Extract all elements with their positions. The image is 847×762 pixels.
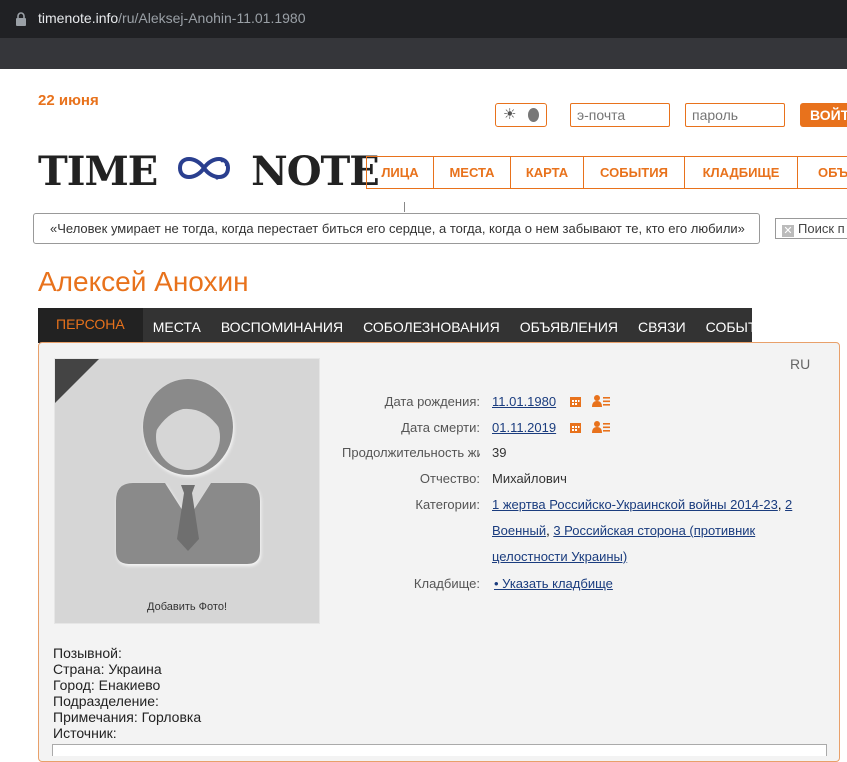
nav-cemetery[interactable]: КЛАДБИЩЕ <box>685 157 798 188</box>
page-title: Алексей Анохин <box>38 266 249 297</box>
duration-label-row: Продолжительность жи <box>320 445 480 461</box>
password-field[interactable] <box>685 103 785 127</box>
close-icon[interactable]: ✕ <box>782 225 794 237</box>
quote-pointer <box>404 202 405 212</box>
tab-places[interactable]: МЕСТА <box>143 308 211 343</box>
person-details: Позывной: Страна: Украина Город: Енакиев… <box>53 645 201 741</box>
category-link[interactable]: 3 Российская сторона (противник <box>553 523 755 538</box>
calendar-icon[interactable] <box>569 422 581 433</box>
country-line: Страна: Украина <box>53 661 162 677</box>
patronymic-value: Михайлович <box>492 471 567 486</box>
quote-banner: «Человек умирает не тогда, когда переста… <box>33 213 760 244</box>
person-list-icon[interactable] <box>592 395 611 407</box>
callsign-line: Позывной: <box>53 645 122 661</box>
person-tabs: ПЕРСОНА МЕСТА ВОСПОМИНАНИЯ СОБОЛЕЗНОВАНИ… <box>38 308 777 343</box>
site-logo[interactable]: TIME NOTE <box>38 148 380 195</box>
search-placeholder: Поиск п <box>798 221 845 236</box>
tab-condolences[interactable]: СОБОЛЕЗНОВАНИЯ <box>353 308 510 343</box>
unit-line: Подразделение: <box>53 693 159 709</box>
avatar-silhouette-icon <box>55 359 260 564</box>
cemetery-value-row: • Указать кладбище <box>494 576 613 591</box>
login-button[interactable]: ВОЙТ <box>800 103 847 127</box>
language-selector[interactable]: RU <box>790 356 810 372</box>
birth-date-value-row: 11.01.1980 <box>492 394 611 409</box>
tab-person[interactable]: ПЕРСОНА <box>38 308 143 343</box>
source-box <box>52 744 827 756</box>
category-link-continued[interactable]: целостности Украины) <box>492 549 627 564</box>
categories-list: 1 жертва Российско-Украинской войны 2014… <box>492 497 793 564</box>
search-input[interactable]: ✕ Поиск п <box>775 218 847 239</box>
address-bar[interactable]: timenote.info/ru/Aleksej-Anohin-11.01.19… <box>0 0 847 38</box>
nav-faces[interactable]: ЛИЦА <box>367 157 434 188</box>
death-date-label: Дата смерти: <box>401 420 480 435</box>
nav-events[interactable]: СОБЫТИЯ <box>584 157 685 188</box>
patronymic-label: Отчество: <box>419 471 480 486</box>
death-date-value-row: 01.11.2019 <box>492 420 611 435</box>
tab-relations[interactable]: СВЯЗИ <box>628 308 696 343</box>
death-date-label-row: Дата смерти: <box>320 420 480 436</box>
duration-value: 39 <box>492 445 507 460</box>
category-link[interactable]: 1 жертва Российско-Украинской войны 2014… <box>492 497 778 512</box>
specify-cemetery-link[interactable]: • Указать кладбище <box>494 576 613 591</box>
source-line: Источник: <box>53 725 117 741</box>
moon-icon <box>528 108 539 122</box>
lock-icon <box>16 12 26 26</box>
nav-map[interactable]: КАРТА <box>511 157 584 188</box>
url-domain: timenote.info <box>38 10 119 26</box>
birth-date-link[interactable]: 11.01.1980 <box>492 394 556 409</box>
logo-text-right: NOTE <box>251 148 380 195</box>
calendar-icon[interactable] <box>569 396 581 407</box>
death-date-link[interactable]: 01.11.2019 <box>492 420 556 435</box>
add-photo-link[interactable]: Добавить Фото! <box>55 601 319 613</box>
categories-label-row: Категории: <box>320 497 480 513</box>
notes-line: Примечания: Горловка <box>53 709 202 725</box>
patronymic-label-row: Отчество: <box>320 471 480 487</box>
tab-announcements[interactable]: ОБЪЯВЛЕНИЯ <box>510 308 628 343</box>
tab-memories[interactable]: ВОСПОМИНАНИЯ <box>211 308 353 343</box>
logo-text-left: TIME <box>38 148 158 195</box>
sun-icon: ☀ <box>503 106 517 123</box>
url-path: /ru/Aleksej-Anohin-11.01.1980 <box>118 10 306 26</box>
city-line: Город: Енакиево <box>53 677 161 693</box>
current-date: 22 июня <box>38 92 99 109</box>
url-text[interactable]: timenote.info/ru/Aleksej-Anohin-11.01.19… <box>38 10 305 26</box>
infinity-logo-icon <box>178 157 231 180</box>
categories-label: Категории: <box>415 497 480 512</box>
main-navigation: ЛИЦА МЕСТА КАРТА СОБЫТИЯ КЛАДБИЩЕ ОБЪ <box>366 156 847 189</box>
tab-events[interactable]: СОБЫТИЯ <box>696 308 787 343</box>
photo-placeholder[interactable]: Добавить Фото! <box>54 358 320 624</box>
nav-places[interactable]: МЕСТА <box>434 157 511 188</box>
duration-label: Продолжительность жи <box>342 445 480 460</box>
person-list-icon[interactable] <box>592 421 611 433</box>
nav-announcements[interactable]: ОБЪ <box>798 157 847 188</box>
birth-date-label-row: Дата рождения: <box>320 394 480 410</box>
birth-date-label: Дата рождения: <box>384 394 480 409</box>
browser-toolbar-strip <box>0 38 847 69</box>
cemetery-label-row: Кладбище: <box>320 576 480 592</box>
theme-toggle[interactable]: ☀ <box>495 103 547 127</box>
cemetery-label: Кладбище: <box>413 576 480 591</box>
email-field[interactable] <box>570 103 670 127</box>
